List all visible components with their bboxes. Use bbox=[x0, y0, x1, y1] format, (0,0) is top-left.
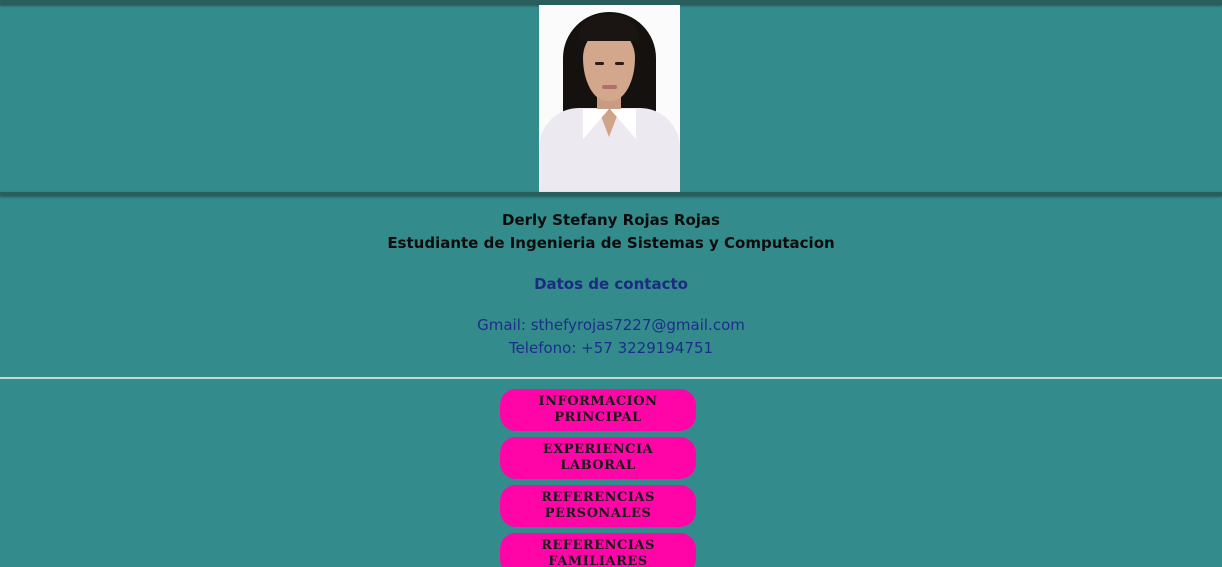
profile-role: Estudiante de Ingenieria de Sistemas y C… bbox=[387, 234, 835, 252]
profile-photo bbox=[539, 5, 680, 192]
page: Derly Stefany Rojas Rojas Estudiante de … bbox=[0, 0, 1222, 567]
photo-eye-left bbox=[595, 62, 604, 65]
section-divider bbox=[0, 377, 1222, 379]
referencias-personales-button[interactable]: REFERENCIAS PERSONALES bbox=[500, 485, 696, 527]
profile-name: Derly Stefany Rojas Rojas bbox=[502, 211, 720, 229]
profile-info: Derly Stefany Rojas Rojas Estudiante de … bbox=[0, 196, 1222, 377]
photo-hair-top bbox=[579, 15, 639, 41]
referencias-familiares-button[interactable]: REFERENCIAS FAMILIARES bbox=[500, 533, 696, 567]
photo-collar-right bbox=[610, 109, 636, 139]
informacion-principal-button[interactable]: INFORMACION PRINCIPAL bbox=[500, 389, 696, 431]
contact-title: Datos de contacto bbox=[534, 275, 688, 293]
contact-gmail: Gmail: sthefyrojas7227@gmail.com bbox=[477, 316, 745, 334]
nav-menu: INFORMACION PRINCIPAL EXPERIENCIA LABORA… bbox=[500, 389, 696, 567]
experiencia-laboral-button[interactable]: EXPERIENCIA LABORAL bbox=[500, 437, 696, 479]
photo-eye-right bbox=[615, 62, 624, 65]
photo-mouth bbox=[602, 85, 617, 89]
contact-phone: Telefono: +57 3229194751 bbox=[508, 339, 714, 357]
photo-collar-left bbox=[583, 109, 609, 139]
